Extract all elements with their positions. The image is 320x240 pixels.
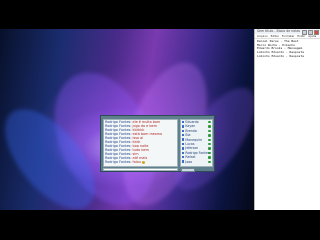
chat-user-name: Joao: [185, 159, 193, 164]
maximize-button[interactable]: [308, 30, 313, 35]
desktop-wallpaper: Rodrigo Fontes: ele é muito bom Rodrigo …: [0, 29, 254, 210]
chat-message-text: falou: [132, 160, 141, 164]
webcam-icon: [208, 134, 211, 137]
chat-window: Rodrigo Fontes: ele é muito bom Rodrigo …: [100, 115, 215, 172]
menu-item-file[interactable]: Arquivo: [257, 34, 268, 38]
chat-message-sender: Rodrigo Fontes: [105, 160, 131, 164]
notepad-line: Lobinho Eduardo - Resposta: [257, 53, 304, 58]
webcam-icon: [208, 147, 211, 150]
chat-user-name: Rodrigo Fontes: [185, 150, 210, 155]
menu-item-edit[interactable]: Editar: [271, 34, 279, 38]
minimize-button[interactable]: [302, 30, 307, 35]
chat-user-name: Bia: [185, 133, 191, 138]
chat-user-name: Rafael: [185, 155, 196, 160]
notepad-text-area[interactable]: Daniel Peres - The Best Mario Rocha - Pi…: [255, 39, 320, 60]
webcam-icon: [208, 142, 211, 146]
emoticon-icon: [142, 160, 146, 164]
webcam-icon: [208, 121, 211, 124]
chat-user[interactable]: Joao: [181, 160, 212, 164]
notepad-title: Sem título - Bloco de notas: [257, 29, 301, 33]
webcam-icon: [208, 160, 211, 163]
chat-message-list[interactable]: Rodrigo Fontes: ele é muito bom Rodrigo …: [103, 119, 178, 167]
menu-item-format[interactable]: Formatar: [282, 34, 295, 38]
chat-user-name: Manequim: [185, 137, 203, 142]
screen: Rodrigo Fontes: ele é muito bom Rodrigo …: [0, 0, 320, 240]
webcam-icon: [208, 151, 211, 155]
send-button[interactable]: [181, 167, 195, 172]
chat-user-name: Kayan: [185, 124, 196, 129]
chat-user-name: Jeferson: [185, 146, 199, 151]
webcam-icon: [208, 138, 211, 141]
chat-message: Rodrigo Fontes: falou: [104, 160, 177, 164]
chat-user-name: Brenda: [185, 128, 197, 133]
chat-user-list[interactable]: Eduardo Kayan Brenda Bia Manequim Lucas …: [180, 119, 213, 167]
webcam-icon: [208, 129, 211, 133]
webcam-icon: [208, 156, 211, 159]
notepad-window: Sem título - Bloco de notas Arquivo Edit…: [254, 29, 320, 210]
webcam-icon: [208, 125, 211, 128]
chat-message-input[interactable]: [103, 168, 178, 171]
chat-user-name: Lucas: [185, 141, 195, 146]
chat-user-name: Eduardo: [185, 120, 199, 124]
notepad-title-bar[interactable]: Sem título - Bloco de notas: [255, 29, 320, 35]
window-controls: [302, 30, 319, 35]
close-button[interactable]: [314, 30, 319, 35]
